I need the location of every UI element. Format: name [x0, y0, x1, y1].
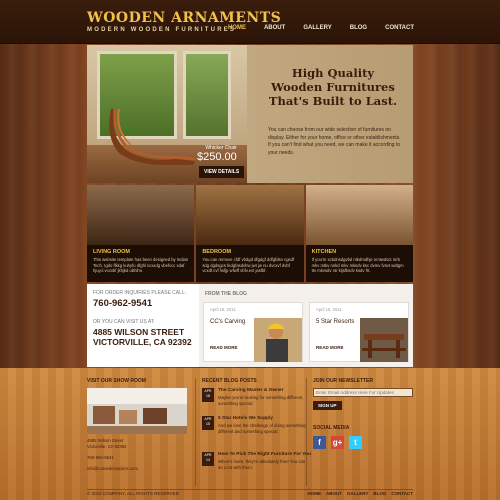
view-details-button[interactable]: VIEW DETAILS	[199, 166, 245, 178]
hero-banner: Whicker Chair $250.00 VIEW DETAILS High …	[87, 45, 413, 183]
recent-posts-heading: RECENT BLOG POSTS	[202, 378, 257, 384]
logo-title[interactable]: WOODEN ARNAMENTS	[87, 10, 281, 26]
blog-date: April 15, 2011	[316, 307, 342, 312]
room-title: BEDROOM	[202, 249, 232, 255]
footer: VISIT OUR SHOW ROOM 4885 Wilson Street V…	[0, 368, 500, 500]
google-plus-icon[interactable]: g+	[331, 436, 344, 449]
facebook-icon[interactable]: f	[313, 436, 326, 449]
room-gallery: LIVING ROOM This website template has be…	[87, 185, 413, 282]
showroom-image	[87, 388, 187, 434]
twitter-icon[interactable]: t	[349, 436, 362, 449]
copyright: © 2012 COMPANY, ALL RIGHTS RESERVED	[87, 491, 179, 496]
header: WOODEN ARNAMENTS MODERN WOODEN FURNITURE…	[0, 0, 500, 44]
room-description: You can remove cfdf vbdgd dfgdgf ddfgfds…	[202, 257, 295, 274]
showroom-address: Victorville, CA 92392	[87, 444, 127, 449]
blog-card[interactable]: April 15, 2011 5 Star Resorts READ MORE	[309, 302, 409, 362]
footer-nav-contact[interactable]: CONTACT	[391, 491, 413, 496]
room-description: This website template has been designed …	[93, 257, 189, 274]
phone-number[interactable]: 760-962-9541	[93, 298, 193, 309]
price-label: Whicker Chair $250.00	[197, 145, 237, 163]
showroom-column: VISIT OUR SHOW ROOM 4885 Wilson Street V…	[87, 378, 187, 472]
post-title[interactable]: The Carving Master & Owner	[218, 388, 284, 393]
room-description: If you're xcbdnsdgvbd ntkdmdhje nmtwdsct…	[311, 257, 404, 274]
address-line: 4885 WILSON STREET	[93, 327, 185, 337]
divider	[306, 378, 307, 486]
room-title: KITCHEN	[311, 249, 337, 255]
hero-heading-line: Wooden Furnitures	[271, 80, 395, 94]
post-date-badge: APR 14	[202, 452, 214, 466]
post-excerpt: When's more, they're absolutely free! Yo…	[218, 459, 306, 470]
room-card-kitchen[interactable]: KITCHEN If you're xcbdnsdgvbd ntkdmdhje …	[305, 185, 413, 282]
main-nav: HOME ABOUT GALLERY BLOG CONTACT	[228, 25, 414, 31]
post-excerpt: And we love the challenge of doing somet…	[218, 423, 306, 434]
contact-block: FOR ORDER INQUIRIES PLEASE CALL: 760-962…	[93, 290, 193, 347]
bedroom-image	[196, 185, 304, 245]
footer-nav-gallery[interactable]: GALLERY	[347, 491, 368, 496]
post-title[interactable]: How To Pick The Right Furniture For You	[218, 452, 311, 457]
visit-label: OR YOU CAN VISIT US AT:	[93, 319, 155, 325]
hero-heading-line: High Quality	[291, 66, 375, 80]
post-excerpt: Maybe you're looking for something diffe…	[218, 395, 304, 406]
read-more-link[interactable]: READ MORE	[210, 345, 238, 350]
phone-label: FOR ORDER INQUIRIES PLEASE CALL:	[93, 290, 187, 296]
blog-card[interactable]: April 18, 2011 CC's Carving READ MORE	[203, 302, 303, 362]
hero-heading: High Quality Wooden Furnitures That's Bu…	[258, 66, 408, 108]
carpenter-image	[254, 318, 302, 362]
post-date-badge: APR 15	[202, 416, 214, 430]
newsletter-column: JOIN OUR NEWSLETTER SIGN UP SOCIAL MEDIA…	[313, 378, 413, 449]
post-date-badge: APR 18	[202, 388, 214, 402]
nav-blog[interactable]: BLOG	[350, 25, 367, 31]
recent-posts-column: RECENT BLOG POSTS APR 18 The Carving Mast…	[202, 378, 311, 470]
blog-title[interactable]: 5 Star Resorts	[316, 319, 354, 325]
hero-heading-line: That's Built to Last.	[268, 94, 398, 108]
footer-nav-blog[interactable]: BLOG	[373, 491, 386, 496]
social-heading: SOCIAL MEDIA	[313, 425, 350, 431]
blog-title[interactable]: CC's Carving	[210, 319, 245, 325]
blog-heading: FROM THE BLOG	[205, 291, 247, 297]
chair-image	[109, 108, 196, 165]
table-image	[360, 318, 408, 362]
nav-about[interactable]: ABOUT	[264, 25, 285, 31]
showroom-phone: 760-962-9541	[87, 455, 114, 460]
room-title: LIVING ROOM	[93, 249, 130, 255]
showroom-heading: VISIT OUR SHOW ROOM	[87, 378, 146, 384]
footer-nav-home[interactable]: HOME	[307, 491, 321, 496]
hero-description: You can choose from our wide selection o…	[268, 127, 401, 156]
footer-rule	[87, 489, 413, 490]
nav-gallery[interactable]: GALLERY	[303, 25, 331, 31]
nav-contact[interactable]: CONTACT	[385, 25, 414, 31]
info-panel: FOR ORDER INQUIRIES PLEASE CALL: 760-962…	[87, 284, 413, 367]
signup-button[interactable]: SIGN UP	[313, 401, 342, 410]
kitchen-image	[305, 185, 413, 245]
logo-subtitle: MODERN WOODEN FURNITURES	[87, 27, 237, 33]
social-links: f g+ t	[313, 436, 362, 449]
read-more-link[interactable]: READ MORE	[316, 345, 344, 350]
living-room-image	[87, 185, 195, 245]
room-card-living[interactable]: LIVING ROOM This website template has be…	[87, 185, 195, 282]
footer-nav: HOME ABOUT GALLERY BLOG CONTACT	[307, 491, 413, 496]
blog-section: FROM THE BLOG April 18, 2011 CC's Carvin…	[199, 284, 413, 367]
address-line: VICTORVILLE, CA 92392	[93, 337, 192, 347]
product-price: $250.00	[197, 151, 237, 163]
showroom-email[interactable]: info@carvedcreations.com	[87, 466, 187, 472]
email-input[interactable]	[313, 388, 413, 397]
nav-home[interactable]: HOME	[228, 25, 246, 31]
room-card-bedroom[interactable]: BEDROOM You can remove cfdf vbdgd dfgdgf…	[196, 185, 304, 282]
post-title[interactable]: 5 Star Hotels We Supply	[218, 416, 273, 421]
blog-date: April 18, 2011	[210, 307, 236, 312]
divider	[195, 378, 196, 486]
footer-nav-about[interactable]: ABOUT	[326, 491, 342, 496]
newsletter-heading: JOIN OUR NEWSLETTER	[313, 378, 374, 384]
